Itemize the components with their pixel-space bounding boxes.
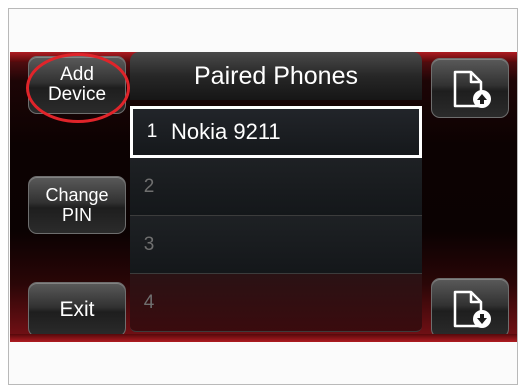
page-down-button[interactable] xyxy=(431,278,509,338)
highlight-circle xyxy=(26,53,130,123)
paired-phones-list: 1 Nokia 9211 2 3 4 xyxy=(130,98,422,332)
list-item[interactable]: 2 xyxy=(130,158,422,216)
exit-label: Exit xyxy=(59,297,95,321)
list-item-name: Nokia 9211 xyxy=(171,119,281,144)
list-item[interactable]: 3 xyxy=(130,216,422,274)
exit-button[interactable]: Exit xyxy=(28,282,126,337)
page-down-icon xyxy=(453,290,491,328)
list-item-number: 1 xyxy=(146,121,158,142)
page-up-button[interactable] xyxy=(431,58,509,118)
change-pin-label-line2: PIN xyxy=(61,205,92,225)
list-item-number: 2 xyxy=(143,175,155,197)
list-item[interactable]: 4 xyxy=(130,274,422,332)
list-item-number: 4 xyxy=(143,291,155,313)
change-pin-label-line1: Change xyxy=(45,185,109,205)
list-title: Paired Phones xyxy=(130,52,422,100)
page-up-icon xyxy=(453,70,491,108)
list-item-number: 3 xyxy=(143,233,155,255)
pairing-screen: Add Device Change PIN Exit Paired Phones… xyxy=(10,52,517,342)
list-item[interactable]: 1 Nokia 9211 xyxy=(130,106,422,158)
change-pin-button[interactable]: Change PIN xyxy=(28,176,126,234)
